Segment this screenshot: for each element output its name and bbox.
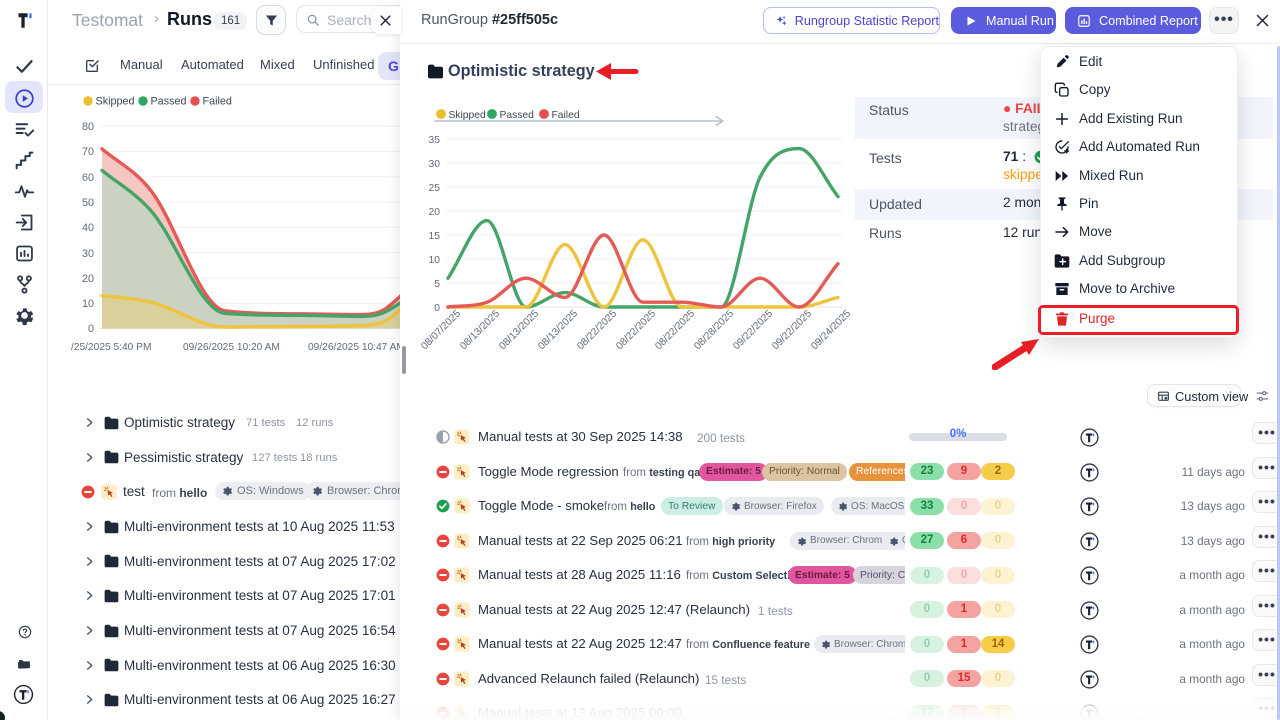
svg-text:60: 60 <box>82 172 94 184</box>
svg-text:Passed: Passed <box>151 96 187 108</box>
svg-text:20: 20 <box>82 273 94 285</box>
svg-text:09/26/2025 10:47 AM: 09/26/2025 10:47 AM <box>308 342 401 353</box>
svg-text:Failed: Failed <box>203 96 232 108</box>
svg-text:70: 70 <box>82 146 94 158</box>
svg-text:Skipped: Skipped <box>96 96 135 108</box>
svg-text:09/26/2025 10:20 AM: 09/26/2025 10:20 AM <box>183 342 280 353</box>
svg-text:40: 40 <box>82 222 94 234</box>
svg-text:30: 30 <box>82 248 94 260</box>
svg-text:/25/2025 5:40 PM: /25/2025 5:40 PM <box>71 342 151 353</box>
svg-text:10: 10 <box>82 298 94 310</box>
svg-text:0: 0 <box>88 323 94 335</box>
svg-text:80: 80 <box>82 121 94 133</box>
svg-text:50: 50 <box>82 197 94 209</box>
